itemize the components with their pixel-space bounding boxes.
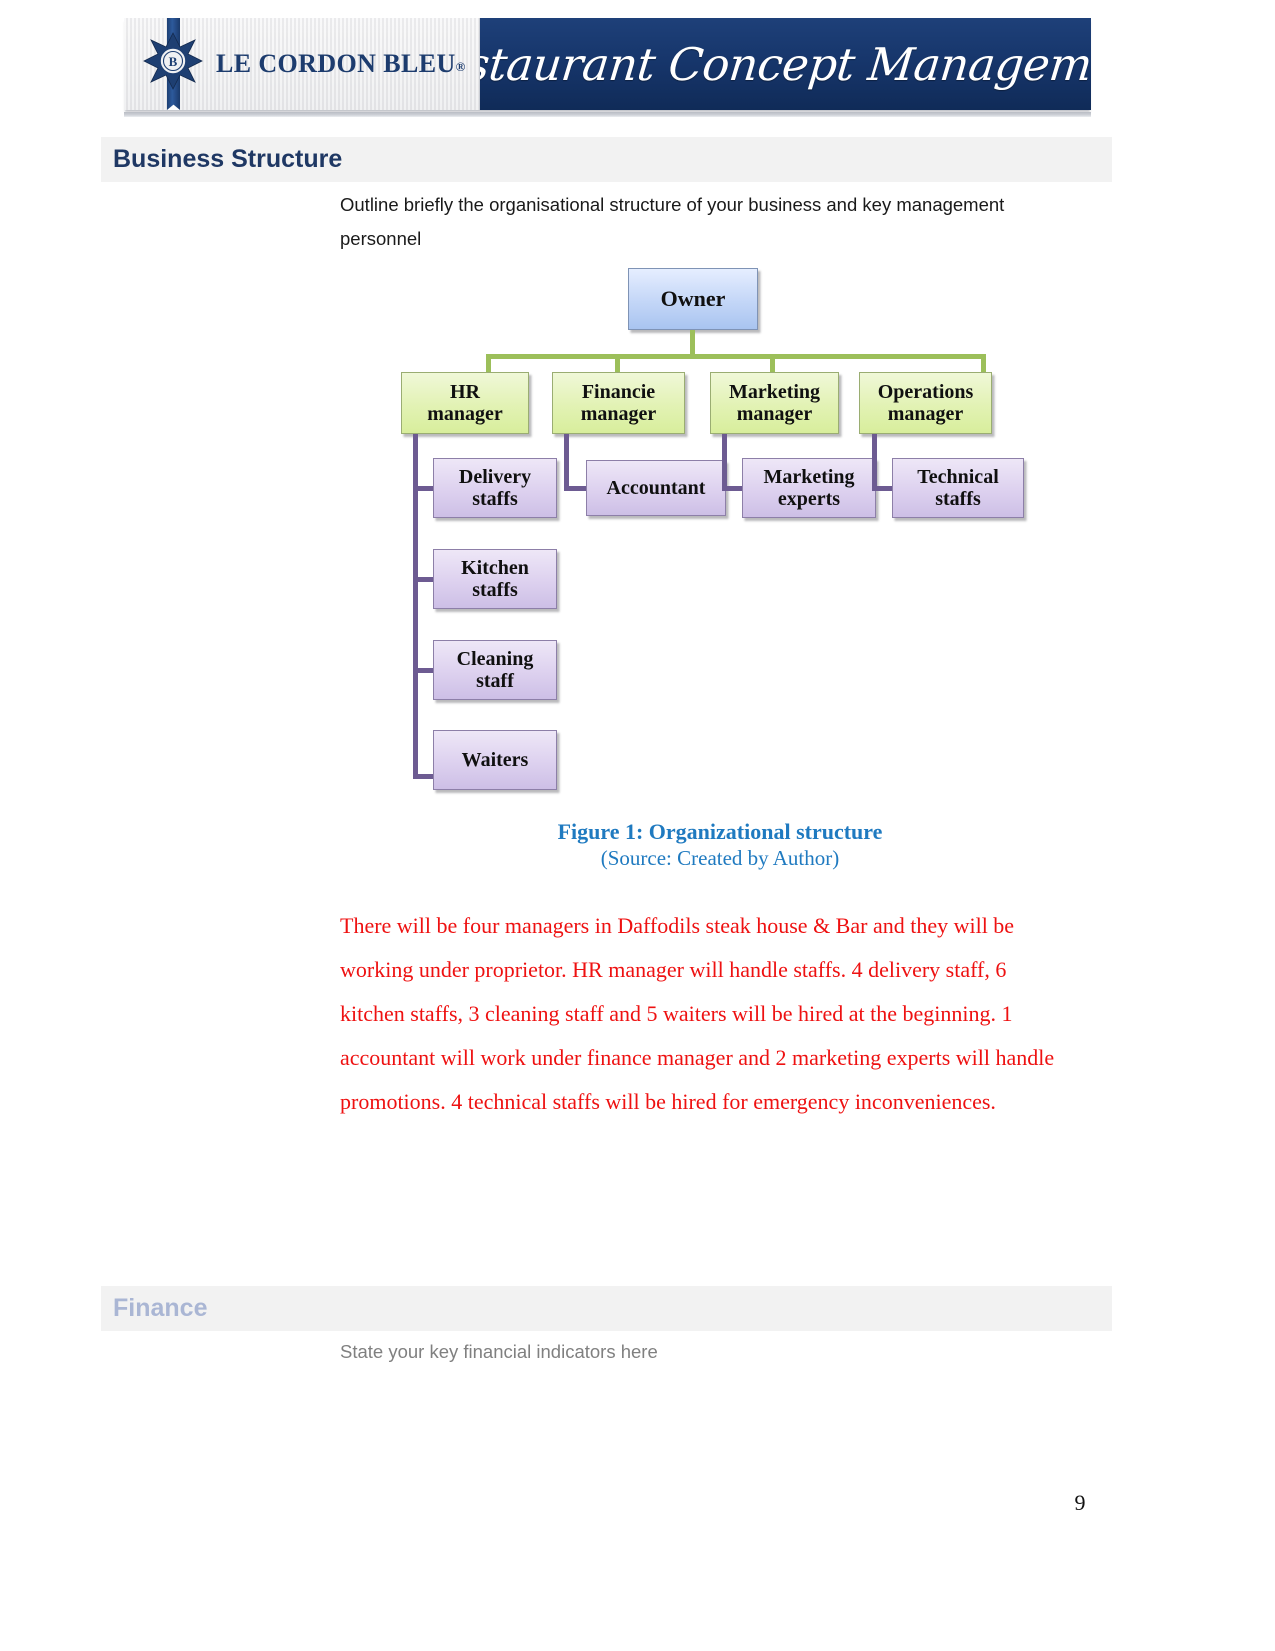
header-underline bbox=[124, 112, 1091, 117]
org-node-label: Kitchen staffs bbox=[461, 556, 529, 601]
document-header-banner: B LE CORDON BLEU® Restaurant Concept Man… bbox=[124, 18, 1091, 110]
connector-operations-to-technical bbox=[872, 486, 894, 491]
finance-instruction: State your key financial indicators here bbox=[340, 1341, 658, 1362]
le-cordon-bleu-crest-icon: B bbox=[140, 18, 206, 110]
figure-title: Figure 1: Organizational structure bbox=[557, 819, 883, 844]
org-node-label: Marketing experts bbox=[763, 465, 855, 510]
section-title-text: Finance bbox=[113, 1294, 208, 1322]
org-node-label: Technical staffs bbox=[917, 465, 999, 510]
section-heading-business-structure: Business Structure bbox=[101, 137, 1112, 182]
org-node-label: HR manager bbox=[427, 380, 503, 425]
org-node-label: Waiters bbox=[461, 748, 529, 771]
connector-marketing-to-experts bbox=[722, 486, 744, 491]
connector-marketing-spine bbox=[722, 434, 727, 489]
business-structure-body-paragraph: There will be four managers in Daffodils… bbox=[340, 913, 1055, 1114]
logo-panel: B LE CORDON BLEU® bbox=[124, 18, 480, 110]
org-node-kitchen-staffs: Kitchen staffs bbox=[433, 549, 557, 609]
org-node-label: Delivery staffs bbox=[458, 465, 532, 510]
section-title-text: Business Structure bbox=[113, 145, 343, 173]
org-node-technical-staffs: Technical staffs bbox=[892, 458, 1024, 518]
org-node-marketing-manager: Marketing manager bbox=[710, 372, 839, 434]
org-node-label: Financie manager bbox=[580, 380, 657, 425]
org-node-label: Operations manager bbox=[877, 380, 974, 425]
business-structure-instruction: Outline briefly the organisational struc… bbox=[340, 194, 1005, 250]
section-heading-finance: Finance bbox=[101, 1286, 1112, 1331]
course-title-panel: Restaurant Concept Management bbox=[480, 18, 1091, 110]
org-node-waiters: Waiters bbox=[433, 730, 557, 790]
connector-finance-to-accountant bbox=[564, 486, 588, 491]
connector-hr-to-waiters bbox=[413, 774, 435, 779]
connector-operations-spine bbox=[872, 434, 877, 489]
org-node-label: Owner bbox=[660, 285, 726, 311]
org-node-label: Marketing manager bbox=[728, 380, 821, 425]
course-title: Restaurant Concept Management bbox=[480, 37, 1091, 91]
org-node-accountant: Accountant bbox=[586, 460, 726, 516]
connector-hr-to-cleaning bbox=[413, 668, 435, 673]
brand-name-text: LE CORDON BLEU bbox=[216, 49, 456, 78]
connector-hr-to-kitchen bbox=[413, 577, 435, 582]
brand-name: LE CORDON BLEU® bbox=[216, 49, 466, 79]
org-node-operations-manager: Operations manager bbox=[859, 372, 992, 434]
org-node-label: Cleaning staff bbox=[456, 647, 534, 692]
org-node-marketing-experts: Marketing experts bbox=[742, 458, 876, 518]
connector-finance-spine bbox=[564, 434, 569, 489]
svg-text:B: B bbox=[169, 54, 178, 69]
connector-hr-to-delivery bbox=[413, 486, 435, 491]
page-number: 9 bbox=[1074, 1490, 1086, 1515]
org-node-finance-manager: Financie manager bbox=[552, 372, 685, 434]
organizational-chart: Owner HR manager Financie manager Market… bbox=[400, 262, 1040, 802]
org-node-hr-manager: HR manager bbox=[401, 372, 529, 434]
org-node-cleaning-staff: Cleaning staff bbox=[433, 640, 557, 700]
crest-cross-icon: B bbox=[143, 32, 203, 90]
connector-manager-bus bbox=[486, 354, 986, 359]
connector-owner-stem bbox=[690, 330, 695, 356]
org-node-owner: Owner bbox=[628, 268, 758, 330]
figure-source: (Source: Created by Author) bbox=[600, 846, 840, 870]
org-node-delivery-staffs: Delivery staffs bbox=[433, 458, 557, 518]
registered-mark: ® bbox=[455, 59, 466, 74]
org-node-label: Accountant bbox=[606, 476, 706, 499]
